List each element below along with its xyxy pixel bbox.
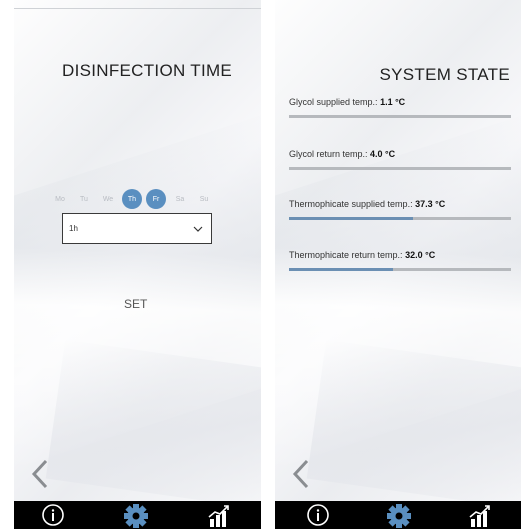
day-toggle-su[interactable]: Su [194, 189, 214, 209]
back-arrow-icon[interactable] [30, 459, 50, 489]
page-title: SYSTEM STATE [379, 65, 510, 84]
level-bar-fill [289, 217, 414, 220]
level-bar-fill [289, 268, 394, 271]
day-selector: Mo Tu We Th Fr Sa Su [50, 189, 218, 209]
level-bar [289, 115, 511, 118]
chevron-down-icon [193, 226, 203, 232]
day-toggle-fr[interactable]: Fr [146, 189, 166, 209]
day-toggle-th[interactable]: Th [122, 189, 142, 209]
stats-icon[interactable] [207, 503, 233, 529]
row-label: Glycol return temp.: [289, 149, 368, 159]
row-label: Thermophicate return temp.: [289, 250, 403, 260]
gear-icon[interactable] [123, 503, 149, 529]
stats-icon[interactable] [468, 503, 494, 529]
bottom-nav [275, 501, 521, 529]
info-icon[interactable] [41, 503, 65, 527]
day-toggle-sa[interactable]: Sa [170, 189, 190, 209]
row-label: Glycol supplied temp.: [289, 97, 378, 107]
time-select-value: 1h [69, 224, 78, 233]
thermophicate-return-row: Thermophicate return temp.: 32.0 °C [289, 250, 511, 271]
info-icon[interactable] [306, 503, 330, 527]
day-toggle-tu[interactable]: Tu [74, 189, 94, 209]
page-title: DISINFECTION TIME [62, 61, 233, 80]
back-arrow-icon[interactable] [291, 459, 311, 489]
thermophicate-supplied-row: Thermophicate supplied temp.: 37.3 °C [289, 199, 511, 220]
time-select[interactable]: 1h [62, 213, 212, 244]
system-state-screen: SYSTEM STATE Glycol supplied temp.: 1.1 … [275, 0, 521, 529]
level-bar [289, 268, 511, 271]
row-value: 4.0 °C [370, 149, 396, 159]
bottom-nav [14, 501, 261, 529]
row-label: Thermophicate supplied temp.: [289, 199, 413, 209]
row-value: 37.3 °C [415, 199, 446, 209]
row-value: 32.0 °C [405, 250, 436, 260]
day-toggle-mo[interactable]: Mo [50, 189, 70, 209]
set-button[interactable]: SET [124, 297, 147, 311]
glycol-return-row: Glycol return temp.: 4.0 °C [289, 149, 511, 170]
gear-icon[interactable] [386, 503, 412, 529]
disinfection-time-screen: DISINFECTION TIME Mo Tu We Th Fr Sa Su 1… [14, 0, 261, 529]
glycol-supplied-row: Glycol supplied temp.: 1.1 °C [289, 97, 511, 118]
day-toggle-we[interactable]: We [98, 189, 118, 209]
row-value: 1.1 °C [380, 97, 406, 107]
level-bar [289, 167, 511, 170]
top-divider [14, 8, 261, 9]
level-bar [289, 217, 511, 220]
